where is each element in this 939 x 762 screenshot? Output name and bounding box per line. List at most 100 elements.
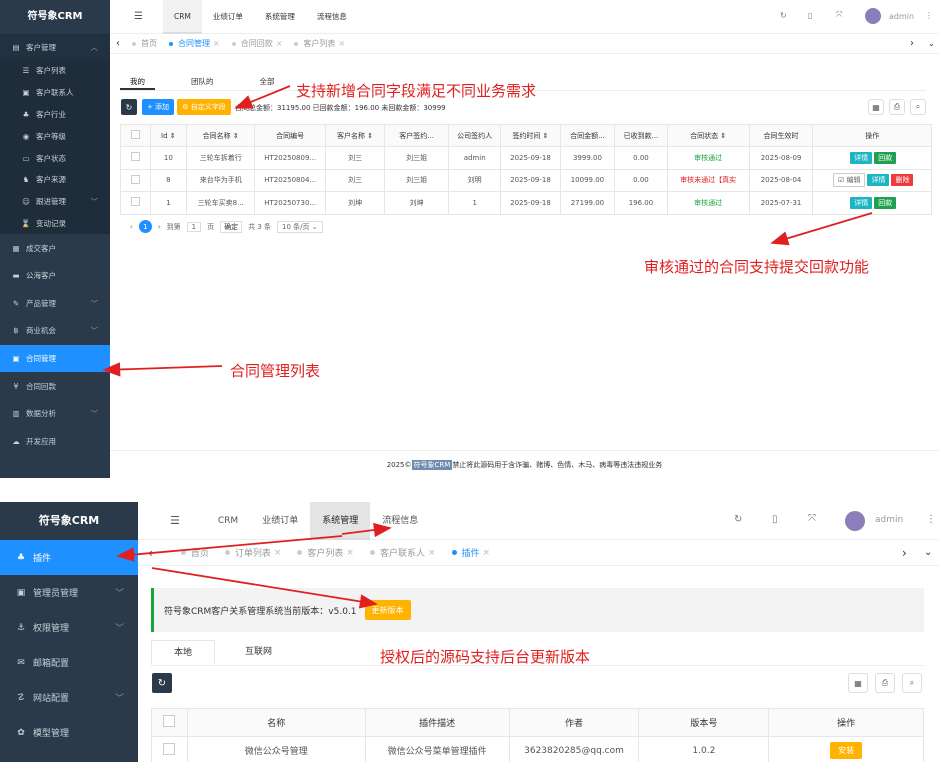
subtab-0[interactable]: 我的 (120, 75, 155, 90)
tab-2[interactable]: 客户列表 × (297, 546, 354, 559)
select-all-checkbox[interactable] (130, 130, 140, 139)
sidebar-item-11[interactable]: ✎ 产品管理 ﹀ (0, 290, 110, 318)
nav-item-1[interactable]: 业绩订单 (250, 502, 310, 540)
print-icon[interactable]: ⎙ (875, 673, 895, 693)
sidebar-item-5[interactable]: ✿ 模型管理 (0, 715, 138, 750)
subtab-1[interactable]: 团队的 (181, 75, 224, 90)
column-header[interactable]: 合同名称 ⇕ (186, 124, 256, 147)
row-action-button[interactable]: 删除 (891, 174, 914, 187)
column-header[interactable]: 版本号 (638, 708, 770, 737)
columns-icon[interactable]: ▦ (848, 673, 868, 693)
row-action-button[interactable]: 详情 (850, 196, 873, 209)
column-header[interactable]: 客户签约... (384, 124, 449, 147)
more-icon[interactable]: ⋮ (926, 514, 936, 525)
print-icon[interactable]: ⎙ (889, 99, 905, 115)
nav-item-0[interactable]: CRM (206, 502, 250, 540)
column-header[interactable]: 合同编号 (254, 124, 326, 147)
nav-item-0[interactable]: CRM (162, 0, 202, 34)
refresh-icon[interactable]: ↻ (780, 11, 787, 20)
sidebar-item-1[interactable]: ▣ 管理员管理 ﹀ (0, 575, 138, 610)
refresh-icon[interactable]: ↻ (734, 514, 742, 525)
fullscreen-icon[interactable]: ⤧ (836, 10, 842, 20)
row-action-button[interactable]: 详情 (867, 174, 890, 187)
sidebar-item-3[interactable]: ♣ 客户行业 (0, 103, 110, 126)
column-header[interactable]: 操作 (768, 708, 924, 737)
sidebar-item-4[interactable]: ◉ 客户等级 (0, 125, 110, 148)
column-header[interactable]: Id ⇕ (149, 124, 188, 147)
column-header[interactable]: 名称 (186, 708, 366, 737)
sidebar-item-7[interactable]: ☺ 跟进管理 ﹀ (0, 190, 110, 213)
sidebar-item-13[interactable]: ▣ 合同管理 (0, 344, 110, 373)
trash-icon[interactable]: ▯ (772, 514, 778, 525)
row-action-button[interactable]: 详情 (850, 151, 873, 164)
close-icon[interactable]: × (274, 548, 282, 558)
table-row[interactable]: 8 来台华为手机 HT20250804... 刘三 刘三姐 刘明 2025-09-18 100… (120, 168, 932, 193)
subtab-0[interactable]: 本地 (151, 640, 216, 665)
subtab-1[interactable]: 互联网 (223, 640, 294, 665)
sidebar-item-2[interactable]: ⚓ 权限管理 ﹀ (0, 610, 138, 645)
avatar[interactable] (865, 8, 881, 24)
close-icon[interactable]: × (428, 548, 436, 558)
subtab-2[interactable]: 全部 (250, 75, 285, 90)
column-header[interactable]: 合同金额... (559, 124, 616, 147)
update-version-button[interactable]: 更新版本 (364, 600, 411, 620)
row-checkbox-cell[interactable] (120, 191, 151, 215)
username[interactable]: admin (889, 12, 914, 21)
sidebar-item-0[interactable]: ♣ 插件 (0, 540, 138, 575)
refresh-button[interactable]: ↻ (121, 99, 137, 115)
tab-prev-icon[interactable]: ‹ (148, 546, 153, 560)
tab-next-icon[interactable]: › (910, 38, 914, 49)
username[interactable]: admin (875, 515, 903, 525)
sidebar-item-9[interactable]: ▦ 成交客户 (0, 234, 110, 262)
sidebar-item-0[interactable]: ▤ 客户管理 ︿ (0, 34, 110, 60)
row-checkbox-cell[interactable] (151, 736, 188, 762)
tab-1[interactable]: 订单列表 × (224, 546, 282, 559)
menu-toggle-icon[interactable]: ☰ (134, 11, 143, 22)
search-icon[interactable]: ⌕ (910, 99, 926, 115)
tab-4[interactable]: 插件 × (451, 546, 491, 559)
column-header[interactable]: 作者 (508, 708, 640, 737)
sidebar-item-16[interactable]: ☁ 开发应用 (0, 428, 110, 456)
column-header[interactable]: 插件描述 (364, 708, 510, 737)
sidebar-item-4[interactable]: ☡ 网站配置 ﹀ (0, 680, 138, 715)
column-header[interactable]: 客户名称 ⇕ (324, 124, 386, 147)
close-icon[interactable]: × (483, 548, 491, 558)
row-checkbox[interactable] (130, 197, 140, 207)
column-header[interactable] (120, 124, 151, 147)
search-icon[interactable]: ⌕ (902, 673, 922, 693)
avatar[interactable] (845, 511, 865, 531)
next-page-icon[interactable]: › (158, 223, 161, 231)
tab-0[interactable]: 首页 (132, 38, 157, 49)
row-checkbox[interactable] (130, 152, 140, 162)
sidebar-item-15[interactable]: ▥ 数据分析 ﹀ (0, 400, 110, 428)
sidebar-item-8[interactable]: ⌛ 变动记录 (0, 212, 110, 235)
tab-3[interactable]: 客户列表 × (294, 38, 345, 49)
row-checkbox[interactable] (130, 174, 140, 184)
refresh-button[interactable]: ↻ (152, 673, 172, 693)
tab-0[interactable]: 首页 (180, 546, 209, 559)
row-action-button[interactable]: ☑ 编辑 (832, 173, 866, 188)
column-header[interactable]: 已收到款... (614, 124, 668, 147)
column-header[interactable]: 签约时间 ⇕ (500, 124, 561, 147)
close-icon[interactable]: × (213, 39, 220, 48)
sidebar-item-5[interactable]: ▭ 客户状态 (0, 147, 110, 169)
table-row[interactable]: 10 三轮车拆着行 HT20250809... 刘三 刘三姐 admin 2025-09-1… (120, 146, 932, 170)
row-action-button[interactable]: 回款 (874, 196, 897, 209)
table-row[interactable]: 1 三轮车买卖8... HT20250730... 刘坤 刘坤 1 2025-09-18 27… (120, 191, 932, 215)
tab-3[interactable]: 客户联系人 × (369, 546, 436, 559)
close-icon[interactable]: × (338, 39, 345, 48)
nav-item-2[interactable]: 系统管理 (254, 0, 306, 34)
more-icon[interactable]: ⋮ (925, 11, 933, 20)
column-header[interactable]: 合同状态 ⇕ (666, 124, 750, 147)
row-checkbox-cell[interactable] (120, 168, 151, 193)
table-row[interactable]: 微信公众号管理 微信公众号菜单管理插件 3623820285@qq.com 1.0.2… (151, 736, 924, 762)
nav-item-3[interactable]: 流程信息 (370, 502, 430, 540)
column-header[interactable]: 公司签约人 (447, 124, 502, 147)
nav-item-1[interactable]: 业绩订单 (202, 0, 254, 34)
column-header[interactable] (151, 708, 188, 737)
tab-menu-icon[interactable]: ⌄ (928, 39, 935, 48)
sidebar-item-10[interactable]: ▬ 公海客户 (0, 262, 110, 290)
goto-input[interactable]: 1 (186, 221, 202, 232)
tab-2[interactable]: 合同回款 × (231, 38, 282, 49)
page-size-select[interactable]: 10 条/页 ⌄ (277, 220, 323, 233)
